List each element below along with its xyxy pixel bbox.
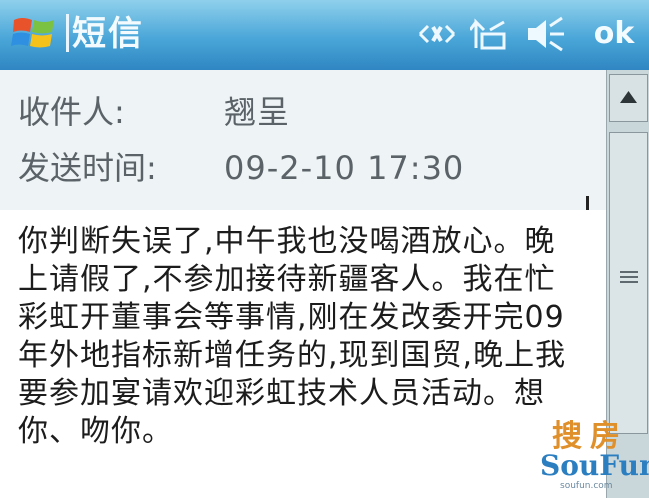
message-line: 要参加宴请欢迎彩虹技术人员活动。想 bbox=[18, 376, 545, 411]
message-line: 年外地指标新增任务的,现到国贸,晚上我 bbox=[18, 338, 567, 373]
recipient-value[interactable]: 翘呈 bbox=[224, 90, 290, 134]
title-separator bbox=[66, 14, 69, 52]
message-header: 收件人: 翘呈 发送时间: 09-2-10 17:30 bbox=[0, 70, 606, 210]
message-line: 彩虹开董事会等事情,刚在发改委开完09 bbox=[18, 300, 565, 335]
grip-line bbox=[620, 281, 638, 283]
message-line: 你、吻你。 bbox=[18, 414, 173, 449]
message-body[interactable]: 你判断失误了,中午我也没喝酒放心。晚 上请假了,不参加接待新疆客人。我在忙 彩虹… bbox=[0, 210, 606, 498]
arrow-up-icon bbox=[620, 91, 637, 103]
grip-line bbox=[620, 276, 638, 278]
sent-time-label: 发送时间: bbox=[18, 149, 157, 187]
ok-button[interactable]: ok bbox=[586, 12, 642, 56]
soufun-watermark-logo: 搜房 SouFun soufun.com bbox=[540, 420, 649, 494]
message-line: 上请假了,不参加接待新疆客人。我在忙 bbox=[18, 262, 556, 297]
scroll-up-button[interactable] bbox=[609, 74, 648, 122]
watermark-url: soufun.com bbox=[560, 481, 613, 491]
title-bar: 短信 ok bbox=[0, 0, 649, 70]
sent-time-value: 09-2-10 17:30 bbox=[224, 149, 465, 187]
watermark-brand: SouFun bbox=[540, 449, 649, 482]
scroll-thumb[interactable] bbox=[609, 132, 648, 434]
windows-start-logo-icon[interactable] bbox=[10, 12, 60, 56]
volume-icon[interactable] bbox=[524, 14, 566, 54]
app-title: 短信 bbox=[72, 14, 144, 54]
recipient-label: 收件人: bbox=[18, 93, 125, 131]
message-line: 你判断失误了,中午我也没喝酒放心。晚 bbox=[18, 224, 556, 259]
connectivity-icon[interactable] bbox=[416, 14, 458, 54]
signal-icon[interactable] bbox=[470, 14, 512, 54]
grip-line bbox=[620, 271, 638, 273]
